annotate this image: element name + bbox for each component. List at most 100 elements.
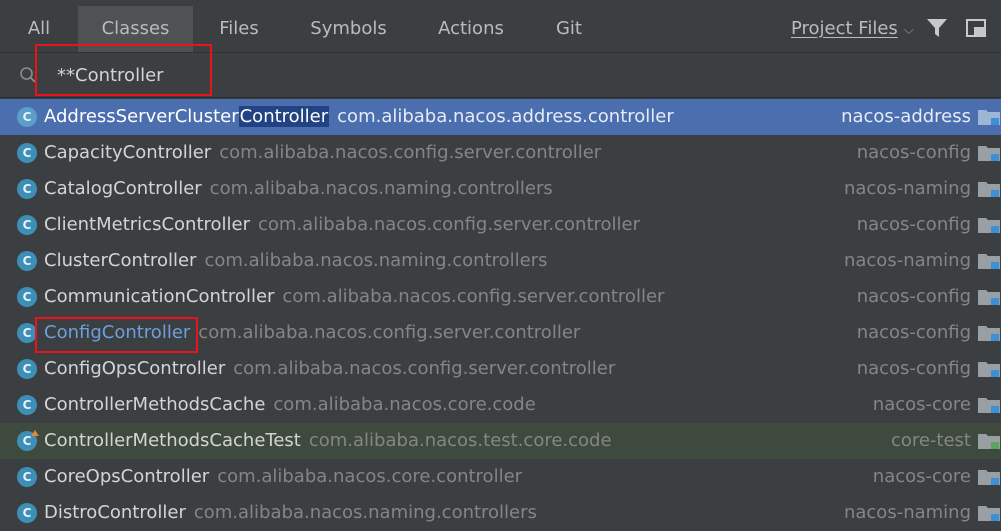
result-text: ControllerMethodsCacheTest com.alibaba.na… <box>44 423 612 459</box>
module-name: nacos-config <box>856 214 971 235</box>
module-folder-icon <box>978 254 1000 269</box>
results-list: C AddressServerClusterController com.aliba… <box>0 99 1001 523</box>
module-folder-icon <box>978 182 1000 197</box>
tab-all[interactable]: All <box>0 6 78 52</box>
module-folder-icon <box>978 506 1000 521</box>
result-text: AddressServerClusterController com.alibab… <box>44 99 674 135</box>
class-icon: C <box>17 251 37 271</box>
tab-symbols[interactable]: Symbols <box>285 6 412 52</box>
class-name: ControllerMethodsCacheTest <box>44 430 301 451</box>
tab-git[interactable]: Git <box>530 6 608 52</box>
result-text: ConfigController com.alibaba.nacos.config… <box>44 315 580 351</box>
class-icon: C <box>17 143 37 163</box>
class-name: ConfigController <box>44 322 191 343</box>
module-name: nacos-address <box>841 106 971 127</box>
package-name: com.alibaba.nacos.config.server.controll… <box>258 214 640 235</box>
chevron-down-icon: ⌵ <box>903 23 914 38</box>
class-icon: C <box>17 215 37 235</box>
result-row[interactable]: C CommunicationController com.alibaba.naco… <box>0 279 1001 315</box>
module-folder-icon <box>978 434 1000 449</box>
class-icon: C <box>17 179 37 199</box>
result-row[interactable]: C ConfigController com.alibaba.nacos.confi… <box>0 315 1001 351</box>
module-name: core-test <box>890 430 971 451</box>
class-name: ConfigOpsController <box>44 358 226 379</box>
search-everywhere-tabbar: All Classes Files Symbols Actions Git Pr… <box>0 0 1001 53</box>
class-icon: C <box>17 359 37 379</box>
class-icon: C <box>17 503 37 523</box>
result-row[interactable]: C CatalogController com.alibaba.nacos.nami… <box>0 171 1001 207</box>
module-folder-icon <box>978 362 1000 377</box>
class-name: CatalogController <box>44 178 202 199</box>
class-name: ClusterController <box>44 250 197 271</box>
module-name: nacos-naming <box>843 178 971 199</box>
class-name: ClientMetricsController <box>44 214 250 235</box>
result-text: CatalogController com.alibaba.nacos.namin… <box>44 171 553 207</box>
module-folder-icon <box>978 398 1000 413</box>
search-input[interactable] <box>57 61 357 89</box>
module-name: nacos-core <box>872 466 971 487</box>
module-name: nacos-naming <box>843 250 971 271</box>
result-row[interactable]: C ClusterController com.alibaba.nacos.nami… <box>0 243 1001 279</box>
module-name: nacos-config <box>856 142 971 163</box>
module-name: nacos-config <box>856 322 971 343</box>
result-row[interactable]: C ControllerMethodsCacheTest com.alibaba.n… <box>0 423 1001 459</box>
result-text: ClientMetricsController com.alibaba.nacos… <box>44 207 640 243</box>
test-badge-icon <box>31 430 39 436</box>
tab-classes[interactable]: Classes <box>78 6 193 52</box>
search-bar <box>0 53 1001 98</box>
package-name: com.alibaba.nacos.core.code <box>273 394 536 415</box>
result-row[interactable]: C ConfigOpsController com.alibaba.nacos.co… <box>0 351 1001 387</box>
result-row[interactable]: C DistroController com.alibaba.nacos.namin… <box>0 495 1001 531</box>
module-folder-icon <box>978 290 1000 305</box>
package-name: com.alibaba.nacos.config.server.controll… <box>219 142 602 163</box>
package-name: com.alibaba.nacos.naming.controllers <box>204 250 548 271</box>
class-name: CoreOpsController <box>44 466 210 487</box>
package-name: com.alibaba.nacos.core.controller <box>217 466 523 487</box>
scope-label: Project Files <box>791 18 898 39</box>
result-text: ClusterController com.alibaba.nacos.namin… <box>44 243 548 279</box>
module-folder-icon <box>978 470 1000 485</box>
search-icon <box>20 67 36 83</box>
pin-window-icon[interactable] <box>966 19 986 37</box>
package-name: com.alibaba.nacos.config.server.controll… <box>233 358 616 379</box>
result-row[interactable]: C CapacityController com.alibaba.nacos.con… <box>0 135 1001 171</box>
module-folder-icon <box>978 326 1000 341</box>
class-name: CommunicationController <box>44 286 275 307</box>
module-folder-icon <box>978 146 1000 161</box>
package-name: com.alibaba.nacos.address.controller <box>337 106 674 127</box>
result-row[interactable]: C ClientMetricsController com.alibaba.naco… <box>0 207 1001 243</box>
module-folder-icon <box>978 218 1000 233</box>
class-icon: C <box>17 323 37 343</box>
class-name: AddressServerClusterController <box>44 106 330 127</box>
result-text: ConfigOpsController com.alibaba.nacos.con… <box>44 351 615 387</box>
result-text: ControllerMethodsCache com.alibaba.nacos.… <box>44 387 536 423</box>
class-icon: C <box>17 467 37 487</box>
class-name: ControllerMethodsCache <box>44 394 266 415</box>
result-text: CommunicationController com.alibaba.nacos… <box>44 279 664 315</box>
result-row[interactable]: C AddressServerClusterController com.aliba… <box>0 99 1001 135</box>
module-name: nacos-config <box>856 286 971 307</box>
result-text: DistroController com.alibaba.nacos.naming… <box>44 495 537 531</box>
package-name: com.alibaba.nacos.naming.controllers <box>209 178 553 199</box>
filter-icon[interactable] <box>926 17 948 39</box>
module-name: nacos-core <box>872 394 971 415</box>
module-name: nacos-config <box>856 358 971 379</box>
tab-files[interactable]: Files <box>193 6 285 52</box>
module-folder-icon <box>978 110 1000 125</box>
class-name: DistroController <box>44 502 186 523</box>
module-name: nacos-naming <box>843 502 971 523</box>
match-highlight: Controller <box>238 106 330 127</box>
package-name: com.alibaba.nacos.naming.controllers <box>193 502 537 523</box>
package-name: com.alibaba.nacos.test.core.code <box>308 430 612 451</box>
class-icon: C <box>17 287 37 307</box>
class-icon: C <box>17 107 37 127</box>
tab-actions[interactable]: Actions <box>412 6 530 52</box>
result-row[interactable]: C ControllerMethodsCache com.alibaba.nacos… <box>0 387 1001 423</box>
package-name: com.alibaba.nacos.config.server.controll… <box>282 286 665 307</box>
result-row[interactable]: C CoreOpsController com.alibaba.nacos.core… <box>0 459 1001 495</box>
result-text: CapacityController com.alibaba.nacos.conf… <box>44 135 601 171</box>
scope-dropdown[interactable]: Project Files ⌵ <box>791 6 914 52</box>
result-text: CoreOpsController com.alibaba.nacos.core.… <box>44 459 522 495</box>
class-icon: C <box>17 395 37 415</box>
package-name: com.alibaba.nacos.config.server.controll… <box>198 322 581 343</box>
